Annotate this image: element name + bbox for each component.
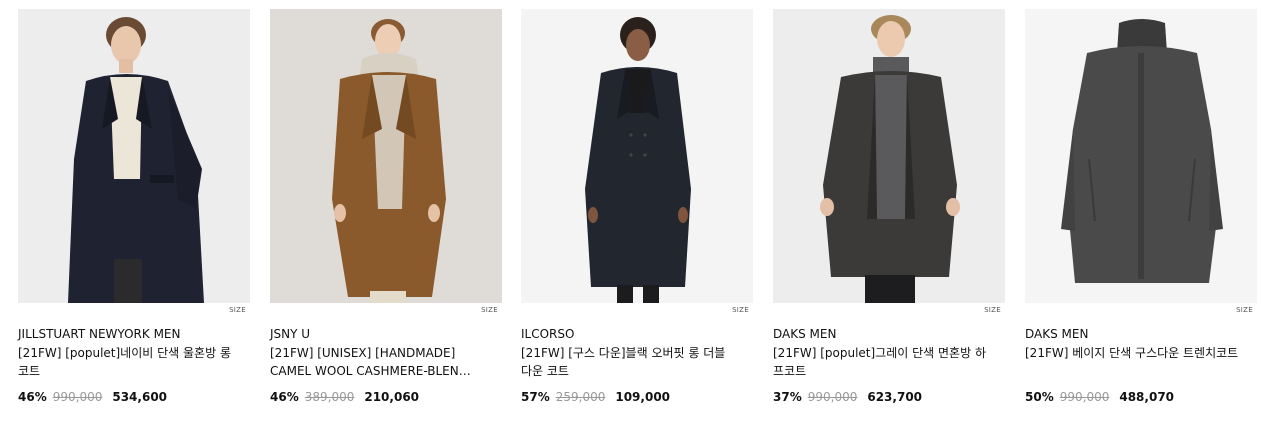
product-photo-gray-down-trench-coat <box>1025 9 1257 303</box>
sale-price: 210,060 <box>364 390 420 404</box>
size-tag[interactable]: SIZE <box>984 306 1001 314</box>
product-photo-gray-half-coat <box>773 9 1005 303</box>
product-image[interactable] <box>18 9 250 303</box>
price-row: 46% 990,000 534,600 <box>18 390 167 408</box>
discount-rate: 57% <box>521 390 550 404</box>
product-brand[interactable]: DAKS MEN <box>773 327 836 341</box>
price-row: 46% 389,000 210,060 <box>270 390 419 408</box>
size-tag[interactable]: SIZE <box>229 306 246 314</box>
original-price: 990,000 <box>1059 390 1110 404</box>
product-name[interactable]: [21FW] [populet]네이비 단색 울혼방 롱코트 <box>18 345 236 380</box>
product-brand[interactable]: JILLSTUART NEWYORK MEN <box>18 327 180 341</box>
sale-price: 534,600 <box>112 390 168 404</box>
product-card[interactable]: SIZE JSNY U [21FW] [UNISEX] [HANDMADE] C… <box>270 9 502 429</box>
product-image[interactable] <box>270 9 502 303</box>
product-card[interactable]: SIZE ILCORSO [21FW] [구스 다운]블랙 오버핏 롱 더블 다… <box>521 9 753 429</box>
product-photo-camel-coat <box>270 9 502 303</box>
product-card[interactable]: SIZE JILLSTUART NEWYORK MEN [21FW] [popu… <box>18 9 250 429</box>
product-grid: SIZE JILLSTUART NEWYORK MEN [21FW] [popu… <box>0 0 1261 439</box>
original-price: 389,000 <box>304 390 355 404</box>
product-brand[interactable]: JSNY U <box>270 327 310 341</box>
product-name[interactable]: [21FW] [구스 다운]블랙 오버핏 롱 더블 다운 코트 <box>521 345 739 380</box>
sale-price: 488,070 <box>1119 390 1175 404</box>
sale-price: 109,000 <box>615 390 671 404</box>
original-price: 259,000 <box>555 390 606 404</box>
size-tag[interactable]: SIZE <box>481 306 498 314</box>
size-tag[interactable]: SIZE <box>732 306 749 314</box>
product-image[interactable] <box>521 9 753 303</box>
product-name[interactable]: [21FW] [UNISEX] [HANDMADE] CAMEL WOOL CA… <box>270 345 488 380</box>
product-name[interactable]: [21FW] 베이지 단색 구스다운 트렌치코트 <box>1025 345 1243 380</box>
discount-rate: 50% <box>1025 390 1054 404</box>
product-card[interactable]: SIZE DAKS MEN [21FW] [populet]그레이 단색 면혼방… <box>773 9 1005 429</box>
product-card[interactable]: SIZE DAKS MEN [21FW] 베이지 단색 구스다운 트렌치코트 5… <box>1025 9 1257 429</box>
product-name[interactable]: [21FW] [populet]그레이 단색 면혼방 하프코트 <box>773 345 991 380</box>
product-brand[interactable]: ILCORSO <box>521 327 574 341</box>
product-brand[interactable]: DAKS MEN <box>1025 327 1088 341</box>
discount-rate: 46% <box>270 390 299 404</box>
size-tag[interactable]: SIZE <box>1236 306 1253 314</box>
price-row: 50% 990,000 488,070 <box>1025 390 1174 408</box>
original-price: 990,000 <box>52 390 103 404</box>
discount-rate: 46% <box>18 390 47 404</box>
product-image[interactable] <box>773 9 1005 303</box>
discount-rate: 37% <box>773 390 802 404</box>
price-row: 57% 259,000 109,000 <box>521 390 670 408</box>
sale-price: 623,700 <box>867 390 923 404</box>
product-photo-navy-long-coat <box>18 9 250 303</box>
product-photo-black-down-coat <box>521 9 753 303</box>
original-price: 990,000 <box>807 390 858 404</box>
product-image[interactable] <box>1025 9 1257 303</box>
price-row: 37% 990,000 623,700 <box>773 390 922 408</box>
